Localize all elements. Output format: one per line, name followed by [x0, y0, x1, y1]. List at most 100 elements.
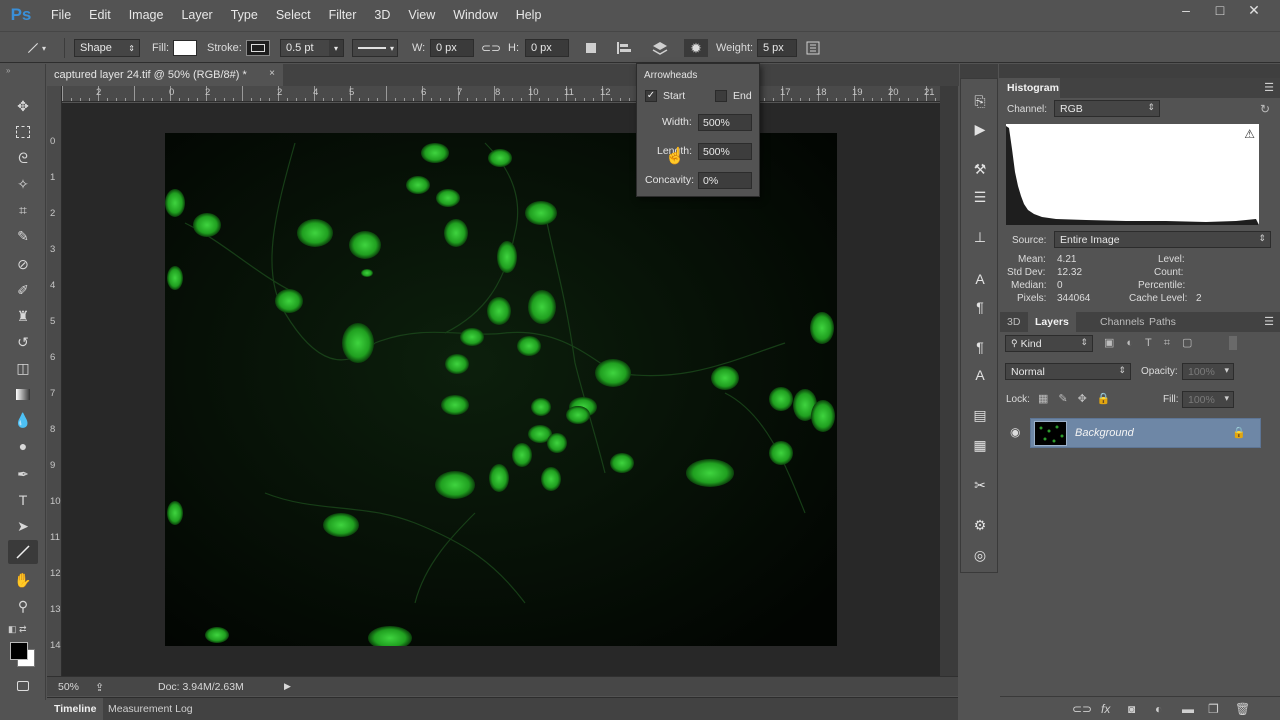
history-brush-tool-icon[interactable]: ↺: [8, 330, 38, 354]
arrow-length-input[interactable]: 500%: [698, 143, 752, 160]
add-style-icon[interactable]: fx: [1101, 702, 1110, 716]
marquee-tool-icon[interactable]: [8, 120, 38, 144]
tool-mode-select[interactable]: Shape ⇕: [74, 39, 140, 57]
filter-toggle[interactable]: [1229, 336, 1237, 350]
paragraph-icon[interactable]: ¶: [970, 297, 990, 317]
zoom-tool-icon[interactable]: ⚲: [8, 594, 38, 618]
eyedropper-tool-icon[interactable]: ✎: [8, 224, 38, 248]
menu-file[interactable]: File: [42, 0, 80, 30]
tool-presets-icon[interactable]: ⚒: [970, 159, 990, 179]
pen-tool-icon[interactable]: ✒: [8, 462, 38, 486]
panel-menu-icon[interactable]: ☰: [1264, 81, 1274, 94]
move-tool-icon[interactable]: ✥: [8, 94, 38, 118]
arrow-concavity-input[interactable]: 0%: [698, 172, 752, 189]
layer-comps-icon[interactable]: ⊥: [970, 227, 990, 247]
fill-input[interactable]: 100% ▾: [1182, 391, 1234, 408]
menu-filter[interactable]: Filter: [320, 0, 366, 30]
maximize-button[interactable]: □: [1204, 0, 1236, 20]
minimize-button[interactable]: –: [1170, 0, 1202, 20]
document-tab[interactable]: captured layer 24.tif @ 50% (RGB/8#) * ×: [47, 64, 283, 86]
character-styles-icon[interactable]: ¶: [970, 337, 990, 357]
menu-select[interactable]: Select: [267, 0, 320, 30]
tab-3d[interactable]: 3D: [1000, 312, 1027, 332]
tab-measurement-log[interactable]: Measurement Log: [101, 698, 200, 720]
stroke-swatch[interactable]: [246, 39, 274, 57]
healing-brush-tool-icon[interactable]: ⊘: [8, 252, 38, 276]
filter-kind-select[interactable]: ⚲ Kind ⇕: [1005, 335, 1093, 352]
link-layers-icon[interactable]: ⊂⊃: [1072, 702, 1092, 716]
source-select[interactable]: Entire Image ⇕: [1054, 231, 1271, 248]
line-tool-icon[interactable]: [8, 540, 38, 564]
glyphs-icon[interactable]: A: [970, 365, 990, 385]
stroke-width-input[interactable]: 0.5 pt ▾: [280, 39, 344, 57]
end-checkbox[interactable]: [715, 90, 727, 102]
tab-timeline[interactable]: Timeline: [47, 698, 104, 720]
tab-layers[interactable]: Layers: [1028, 312, 1076, 332]
menu-layer[interactable]: Layer: [172, 0, 221, 30]
line-tool-preset-icon[interactable]: ▾: [26, 39, 46, 57]
opacity-input[interactable]: 100% ▾: [1182, 363, 1234, 380]
gear-icon[interactable]: ✹: [684, 39, 708, 57]
dodge-tool-icon[interactable]: ●: [8, 434, 38, 458]
path-operations-icon[interactable]: [584, 39, 600, 57]
menu-edit[interactable]: Edit: [80, 0, 120, 30]
new-layer-icon[interactable]: ❐: [1208, 702, 1219, 716]
menu-type[interactable]: Type: [222, 0, 267, 30]
notes-icon[interactable]: ▤: [970, 405, 990, 425]
tab-histogram[interactable]: Histogram: [1000, 78, 1060, 98]
warning-icon[interactable]: ⚠: [1244, 127, 1255, 141]
document-image[interactable]: [165, 133, 837, 646]
adjustments-icon[interactable]: ☰: [970, 187, 990, 207]
start-checkbox[interactable]: ✓: [645, 90, 657, 102]
weight-input[interactable]: 5 px: [757, 39, 797, 57]
lock-icons[interactable]: ▦✎✥🔒: [1038, 392, 1121, 405]
clone-stamp-tool-icon[interactable]: ♜: [8, 304, 38, 328]
menu-image[interactable]: Image: [120, 0, 173, 30]
quick-mask-icon[interactable]: [8, 674, 38, 698]
collapse-toolbar-icon[interactable]: »: [6, 66, 10, 75]
eraser-tool-icon[interactable]: ◫: [8, 356, 38, 380]
refresh-icon[interactable]: ↻: [1260, 102, 1270, 116]
channel-select[interactable]: RGB ⇕: [1054, 100, 1160, 117]
visibility-eye-icon[interactable]: ◉: [1010, 425, 1026, 441]
character-icon[interactable]: A: [970, 269, 990, 289]
lasso-tool-icon[interactable]: ᘓ: [8, 146, 38, 170]
close-document-icon[interactable]: ×: [269, 68, 275, 79]
height-input[interactable]: 0 px: [525, 39, 569, 57]
actions-play-icon[interactable]: ▶: [970, 119, 990, 139]
close-button[interactable]: ✕: [1238, 0, 1270, 20]
status-menu-arrow-icon[interactable]: ▶: [284, 681, 291, 692]
fill-swatch[interactable]: [173, 39, 201, 57]
blend-mode-select[interactable]: Normal ⇕: [1005, 363, 1131, 380]
vertical-ruler[interactable]: 0 1 2 3 4 5 6 7 8 9 10 11 12 13 14: [47, 86, 62, 676]
link-icon[interactable]: ⊂⊃: [481, 39, 501, 57]
brush-settings-icon[interactable]: ✂: [970, 475, 990, 495]
delete-layer-icon[interactable]: 🗑: [1235, 702, 1250, 716]
default-colors-icon[interactable]: ◧ ⇄: [8, 624, 27, 635]
path-alignment-icon[interactable]: [616, 39, 632, 57]
gradient-tool-icon[interactable]: [8, 382, 38, 406]
align-edges-icon[interactable]: [806, 39, 822, 57]
info-icon[interactable]: ▦: [970, 435, 990, 455]
path-selection-tool-icon[interactable]: ➤: [8, 514, 38, 538]
layers-menu-icon[interactable]: ☰: [1264, 315, 1274, 328]
magic-wand-tool-icon[interactable]: ✧: [8, 172, 38, 196]
layer-row-background[interactable]: Background 🔒: [1030, 418, 1261, 448]
horizontal-ruler[interactable]: 2 0 2 2 4 5 6 7 8 10 11 12 17 18 19 20 2…: [62, 86, 940, 102]
width-input[interactable]: 0 px: [430, 39, 474, 57]
layer-filter-icons[interactable]: ▣◐T⌗▢: [1104, 336, 1204, 350]
tab-paths[interactable]: Paths: [1142, 312, 1183, 332]
stroke-type-select[interactable]: ▾: [352, 39, 398, 57]
arrow-width-input[interactable]: 500%: [698, 114, 752, 131]
vertical-scrollbar[interactable]: [940, 86, 958, 676]
brush-tool-icon[interactable]: ✐: [8, 278, 38, 302]
menu-window[interactable]: Window: [444, 0, 506, 30]
add-mask-icon[interactable]: ◙: [1128, 702, 1135, 716]
share-icon[interactable]: ⇪: [95, 681, 104, 694]
menu-help[interactable]: Help: [507, 0, 551, 30]
blur-tool-icon[interactable]: 💧: [8, 408, 38, 432]
new-group-icon[interactable]: ▬: [1182, 702, 1194, 716]
type-tool-icon[interactable]: T: [8, 488, 38, 512]
adjustment-layer-icon[interactable]: ◐: [1155, 702, 1162, 716]
path-arrangement-icon[interactable]: [650, 39, 670, 57]
